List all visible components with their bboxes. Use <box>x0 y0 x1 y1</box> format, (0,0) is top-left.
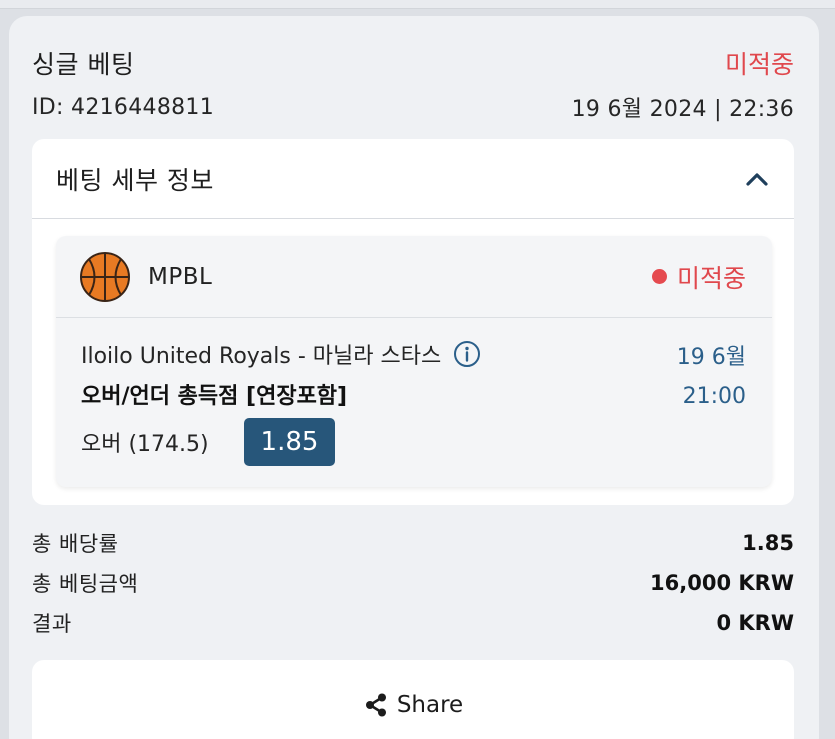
selection-status-label: 미적중 <box>676 263 746 293</box>
result-row: 결과 0 KRW <box>32 605 794 641</box>
bet-card: 싱글 베팅 미적중 ID: 4216448811 19 6월 2024 | 22… <box>9 16 819 739</box>
status-dot-icon <box>651 269 667 284</box>
bet-meta: ID: 4216448811 19 6월 2024 | 22:36 <box>32 90 794 124</box>
result-value: 0 KRW <box>716 611 794 635</box>
top-edge <box>0 0 835 9</box>
bet-header: 싱글 베팅 미적중 <box>32 46 794 80</box>
stake-value: 16,000 KRW <box>650 571 794 595</box>
bet-datetime: 19 6월 2024 | 22:36 <box>571 97 794 122</box>
event-time: 21:00 <box>682 384 746 409</box>
share-label: Share <box>396 692 464 718</box>
odds-badge: 1.85 <box>244 418 335 466</box>
stake-row: 총 베팅금액 16,000 KRW <box>32 565 794 601</box>
share-icon <box>365 693 386 717</box>
selection-header: MPBL 미적중 <box>56 236 772 318</box>
bet-details-header[interactable]: 베팅 세부 정보 <box>32 139 794 219</box>
bet-id: ID: 4216448811 <box>32 94 215 120</box>
market-name: 오버/언더 총득점 [연장포함] <box>81 384 348 409</box>
league-name: MPBL <box>148 263 213 290</box>
selection-body: Iloilo United Royals - 마닐라 스타스 오버/언더 총득점… <box>56 318 772 486</box>
share-button[interactable]: Share <box>32 660 794 739</box>
selection-card: MPBL 미적중 Iloilo United Royals - 마닐라 스타스 … <box>56 236 772 487</box>
event-date: 19 6월 <box>676 345 746 370</box>
total-odds-label: 총 배당률 <box>32 532 119 556</box>
pick-label: 오버 (174.5) <box>81 432 209 457</box>
bet-details-title: 베팅 세부 정보 <box>56 165 214 195</box>
total-odds-value: 1.85 <box>742 531 794 555</box>
bet-type: 싱글 베팅 <box>32 50 135 79</box>
match: Iloilo United Royals - 마닐라 스타스 <box>81 338 481 370</box>
chevron-up-icon[interactable] <box>744 169 770 189</box>
selection-status: 미적중 <box>651 259 746 295</box>
result-label: 결과 <box>32 612 72 636</box>
info-icon[interactable] <box>453 340 481 368</box>
total-odds-row: 총 배당률 1.85 <box>32 525 794 561</box>
event-datetime: 19 6월 21:00 <box>677 338 746 416</box>
bet-status: 미적중 <box>724 50 794 79</box>
basketball-icon <box>80 251 130 302</box>
stake-label: 총 베팅금액 <box>32 572 139 596</box>
bet-details-panel: 베팅 세부 정보 MPBL 미적중 Iloilo United Royals -… <box>32 139 794 505</box>
league: MPBL <box>80 251 213 302</box>
match-name: Iloilo United Royals - 마닐라 스타스 <box>81 344 442 369</box>
